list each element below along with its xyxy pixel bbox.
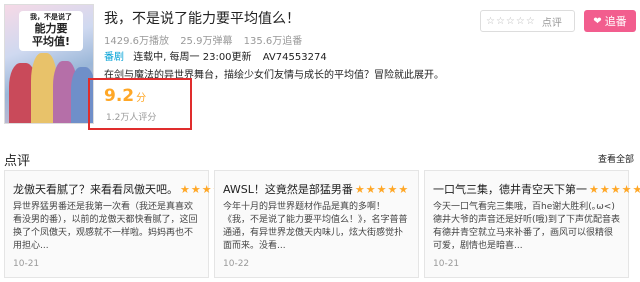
rate-button[interactable]: ☆☆☆☆☆ 点评 <box>480 10 575 32</box>
review-title: AWSL！这竟然是部猛男番 ★★★★★ <box>223 183 410 196</box>
danmaku-count: 25.9万弹幕 <box>180 36 233 47</box>
anime-poster[interactable]: 我，不是说了 能力要 平均值! <box>4 4 94 124</box>
review-title: 一口气三集，德井青空天下第一 ★★★★★ <box>433 181 640 197</box>
av-number: AV74553274 <box>262 52 327 63</box>
review-date: 10-21 <box>433 259 460 269</box>
review-card[interactable]: 一口气三集，德井青空天下第一 ★★★★★ 今天一口气看完三集哦，百he谢大胜利(｡… <box>424 170 640 278</box>
follow-button[interactable]: ❤ 追番 <box>584 10 636 32</box>
follows-count: 135.6万追番 <box>243 36 303 47</box>
poster-title: 我，不是说了 能力要 平均值! <box>19 11 83 51</box>
heart-icon: ❤ <box>593 15 602 27</box>
rate-label: 点评 <box>541 17 562 29</box>
review-text: 今年十月的异世界题材作品是真的多啊！《我，不是说了能力要平均值么！》，名字普普通… <box>223 202 408 251</box>
review-date: 10-22 <box>223 259 250 269</box>
score-box: 9.2 分 1.2万人评分 <box>88 78 192 130</box>
meta-row: 番剧 连载中, 每周一 23:00更新 AV74553274 <box>104 48 335 63</box>
review-text: 异世界猛男番还是我第一次看（我还是真喜欢看没男的番），以前的龙傲天都快看腻了，这… <box>13 202 198 251</box>
review-title: 龙傲天看腻了？来看看凤傲天吧。 ★★★★★ <box>13 183 235 196</box>
rating-stars-icon: ★★★★★ <box>589 183 640 196</box>
stats-row: 1429.6万播放 25.9万弹幕 135.6万追番 <box>104 32 310 47</box>
plays-count: 1429.6万播放 <box>104 36 169 47</box>
follow-label: 追番 <box>604 15 627 28</box>
review-text: 今天一口气看完三集哦，百he谢大胜利(｡ω<)德井大爷的声音还是好听(哦)到了下… <box>433 202 621 251</box>
score-value: 9.2 分 <box>104 86 147 106</box>
category-tag[interactable]: 番剧 <box>104 52 124 63</box>
schedule-text: 连载中, 每周一 23:00更新 <box>133 52 252 63</box>
review-date: 10-21 <box>13 259 40 269</box>
rating-stars-icon: ★★★★★ <box>354 183 410 196</box>
anime-title: 我，不是说了能力要平均值么！ <box>104 11 300 27</box>
reviews-heading: 点评 <box>4 154 31 169</box>
view-all-link[interactable]: 查看全部 <box>598 152 634 165</box>
rating-count: 1.2万人评分 <box>106 113 157 123</box>
review-card[interactable]: AWSL！这竟然是部猛男番 ★★★★★ 今年十月的异世界题材作品是真的多啊！《我，… <box>214 170 419 278</box>
review-card[interactable]: 龙傲天看腻了？来看看凤傲天吧。 ★★★★★ 异世界猛男番还是我第一次看（我还是真喜… <box>4 170 233 278</box>
empty-stars-icon[interactable]: ☆☆☆☆☆ <box>486 16 536 27</box>
